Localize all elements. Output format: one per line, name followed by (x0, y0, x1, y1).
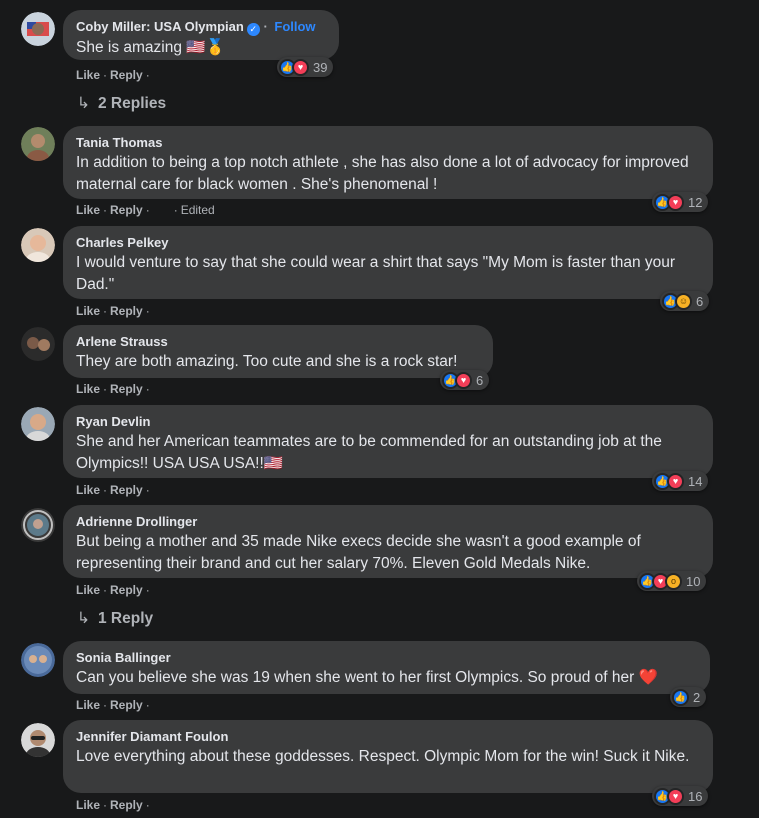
avatar[interactable] (21, 723, 55, 757)
timestamp[interactable] (153, 801, 171, 809)
love-icon: ♥ (667, 193, 684, 211)
reply-button[interactable]: Reply (110, 583, 143, 597)
avatar[interactable] (21, 508, 55, 542)
reactions-summary[interactable]: 👍 ♥ o 10 (637, 571, 707, 591)
verified-badge-icon: ✓ (246, 23, 260, 36)
reaction-count: 10 (686, 573, 701, 589)
haha-icon: ☺ (675, 292, 692, 310)
avatar[interactable] (21, 407, 55, 441)
reaction-count: 12 (688, 194, 703, 210)
comment-bubble: Coby Miller: USA Olympian ✓ · Follow She … (63, 10, 339, 60)
like-button[interactable]: Like (76, 203, 100, 217)
timestamp[interactable] (153, 486, 171, 494)
comment-author[interactable]: Arlene Strauss (76, 334, 480, 350)
comment-actions: Like · Reply · (76, 698, 171, 712)
reactions-summary[interactable]: 👍 ♥ 39 (277, 57, 334, 77)
love-icon: ♥ (455, 371, 472, 389)
like-button[interactable]: Like (76, 798, 100, 812)
reaction-count: 6 (476, 372, 484, 388)
reaction-count: 2 (693, 689, 701, 705)
replies-label: 2 Replies (98, 95, 167, 112)
comment-bubble: Sonia Ballinger Can you believe she was … (63, 641, 710, 694)
timestamp[interactable] (153, 307, 171, 315)
reactions-summary[interactable]: 👍 ♥ 12 (652, 192, 709, 212)
like-button[interactable]: Like (76, 698, 100, 712)
avatar[interactable] (21, 643, 55, 677)
reaction-count: 6 (696, 293, 704, 309)
reply-button[interactable]: Reply (110, 698, 143, 712)
avatar[interactable] (21, 228, 55, 262)
like-button[interactable]: Like (76, 382, 100, 396)
timestamp[interactable] (153, 701, 171, 709)
comment-text: I would venture to say that she could we… (76, 254, 676, 293)
comment-author[interactable]: Jennifer Diamant Foulon (76, 729, 700, 745)
wow-icon: o (665, 572, 682, 590)
comment-author[interactable]: Ryan Devlin (76, 414, 700, 430)
reactions-summary[interactable]: 👍 ♥ 14 (652, 471, 709, 491)
reply-button[interactable]: Reply (110, 798, 143, 812)
view-replies-button[interactable]: ↳ 1 Reply (77, 609, 153, 628)
like-button[interactable]: Like (76, 583, 100, 597)
reply-button[interactable]: Reply (110, 68, 143, 82)
comment-text: She is amazing 🇺🇸🥇 (76, 39, 225, 56)
comment-author[interactable]: Adrienne Drollinger (76, 514, 700, 530)
reply-button[interactable]: Reply (110, 203, 143, 217)
timestamp[interactable] (153, 71, 171, 79)
like-icon: 👍 (672, 688, 689, 706)
reactions-summary[interactable]: 👍 ☺ 6 (660, 291, 710, 311)
like-button[interactable]: Like (76, 304, 100, 318)
reaction-count: 16 (688, 788, 703, 804)
love-icon: ♥ (667, 472, 684, 490)
reply-button[interactable]: Reply (110, 382, 143, 396)
like-button[interactable]: Like (76, 68, 100, 82)
reactions-summary[interactable]: 👍 ♥ 16 (652, 786, 709, 806)
comment-text: Can you believe she was 19 when she went… (76, 669, 658, 686)
edited-label: Edited (180, 203, 215, 217)
avatar[interactable] (21, 327, 55, 361)
comment-bubble: Arlene Strauss They are both amazing. To… (63, 325, 493, 378)
reaction-count: 39 (313, 59, 328, 75)
reply-button[interactable]: Reply (110, 304, 143, 318)
like-button[interactable]: Like (76, 483, 100, 497)
comment-bubble: Jennifer Diamant Foulon Love everything … (63, 720, 713, 793)
comment-actions: Like · Reply · (76, 304, 171, 318)
reactions-summary[interactable]: 👍 ♥ 6 (440, 370, 490, 390)
comment-author[interactable]: Tania Thomas (76, 135, 700, 151)
avatar[interactable] (21, 127, 55, 161)
timestamp[interactable] (153, 206, 171, 214)
comment-text: In addition to being a top notch athlete… (76, 154, 689, 193)
comment-actions: Like · Reply · · Edited (76, 203, 215, 217)
comment-actions: Like · Reply · (76, 583, 171, 597)
comment-actions: Like · Reply · (76, 68, 171, 82)
comment-actions: Like · Reply · (76, 798, 171, 812)
comment-text: But being a mother and 35 made Nike exec… (76, 533, 641, 572)
replies-label: 1 Reply (98, 610, 154, 627)
timestamp[interactable] (153, 586, 171, 594)
comment-author[interactable]: Sonia Ballinger (76, 650, 697, 666)
love-icon: ♥ (667, 787, 684, 805)
timestamp[interactable] (153, 385, 171, 393)
comment-bubble: Charles Pelkey I would venture to say th… (63, 226, 713, 299)
comment-actions: Like · Reply · (76, 483, 171, 497)
comment-text: They are both amazing. Too cute and she … (76, 353, 458, 370)
reply-arrow-icon: ↳ (77, 95, 90, 112)
view-replies-button[interactable]: ↳ 2 Replies (77, 94, 166, 113)
comment-text: She and her American teammates are to be… (76, 433, 662, 472)
avatar[interactable] (21, 12, 55, 46)
comment-actions: Like · Reply · (76, 382, 171, 396)
comment-author[interactable]: Coby Miller: USA Olympian (76, 19, 244, 34)
reply-button[interactable]: Reply (110, 483, 143, 497)
reply-arrow-icon: ↳ (77, 610, 90, 627)
comment-bubble: Tania Thomas In addition to being a top … (63, 126, 713, 199)
comment-bubble: Ryan Devlin She and her American teammat… (63, 405, 713, 478)
follow-button[interactable]: Follow (274, 19, 315, 34)
love-icon: ♥ (292, 58, 309, 76)
comment-text: Love everything about these goddesses. R… (76, 748, 690, 765)
reaction-count: 14 (688, 473, 703, 489)
reactions-summary[interactable]: 👍 2 (670, 687, 707, 707)
comment-author[interactable]: Charles Pelkey (76, 235, 700, 251)
comment-bubble: Adrienne Drollinger But being a mother a… (63, 505, 713, 578)
